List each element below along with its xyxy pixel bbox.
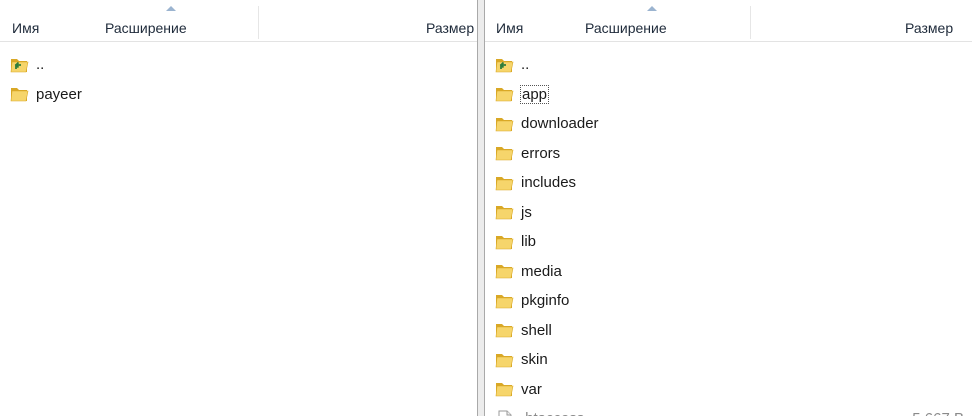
column-extension-header[interactable]: Расширение <box>105 20 187 36</box>
folder-icon <box>495 115 515 133</box>
column-extension-header[interactable]: Расширение <box>585 20 667 36</box>
parent-dir-row[interactable]: .. <box>0 50 477 80</box>
folder-icon <box>495 380 515 398</box>
folder-icon <box>495 233 515 251</box>
item-name: shell <box>521 321 552 339</box>
file-row[interactable]: .htaccess 5 667 B <box>485 404 972 416</box>
column-separator[interactable] <box>750 6 751 39</box>
item-name: media <box>521 262 562 280</box>
left-column-header: Имя Расширение Размер <box>0 0 477 42</box>
parent-folder-icon <box>495 56 515 74</box>
column-name-header[interactable]: Имя <box>12 20 39 36</box>
folder-row[interactable]: var <box>485 375 972 405</box>
item-size: 5 667 B <box>912 410 964 416</box>
item-name: var <box>521 380 542 398</box>
folder-row[interactable]: js <box>485 198 972 228</box>
left-file-list[interactable]: .. payeer <box>0 50 477 109</box>
item-name: app <box>519 84 550 104</box>
folder-row[interactable]: skin <box>485 345 972 375</box>
sort-asc-icon <box>166 6 176 11</box>
item-name: payeer <box>36 85 82 103</box>
folder-row[interactable]: includes <box>485 168 972 198</box>
column-size-header[interactable]: Размер <box>905 20 953 36</box>
file-icon <box>495 410 515 416</box>
right-column-header: Имя Расширение Размер <box>485 0 972 42</box>
folder-icon <box>495 203 515 221</box>
folder-icon <box>495 321 515 339</box>
folder-row[interactable]: downloader <box>485 109 972 139</box>
column-name-header[interactable]: Имя <box>496 20 523 36</box>
folder-row[interactable]: media <box>485 257 972 287</box>
folder-row[interactable]: app <box>485 80 972 110</box>
folder-icon <box>495 174 515 192</box>
folder-row[interactable]: shell <box>485 316 972 346</box>
parent-folder-icon <box>10 56 30 74</box>
parent-dir-row[interactable]: .. <box>485 50 972 80</box>
item-name: skin <box>521 351 548 369</box>
item-name: lib <box>521 233 537 251</box>
folder-icon <box>495 292 515 310</box>
folder-row[interactable]: lib <box>485 227 972 257</box>
item-name: errors <box>521 144 561 162</box>
item-name: includes <box>521 174 577 192</box>
folder-icon <box>495 262 515 280</box>
left-file-panel[interactable]: Имя Расширение Размер .. payeer <box>0 0 478 416</box>
folder-icon <box>495 85 515 103</box>
item-name: js <box>521 203 532 221</box>
item-name: .htaccess <box>521 410 584 416</box>
right-file-list[interactable]: .. app downloader errors includes js lib media p… <box>485 50 972 416</box>
item-name: pkginfo <box>521 292 570 310</box>
column-separator[interactable] <box>258 6 259 39</box>
folder-row[interactable]: payeer <box>0 80 477 110</box>
column-size-header[interactable]: Размер <box>426 20 474 36</box>
folder-row[interactable]: errors <box>485 139 972 169</box>
panel-splitter[interactable] <box>478 0 485 416</box>
right-file-panel[interactable]: Имя Расширение Размер .. app downloader err… <box>485 0 972 416</box>
folder-row[interactable]: pkginfo <box>485 286 972 316</box>
sort-asc-icon <box>647 6 657 11</box>
folder-icon <box>495 144 515 162</box>
folder-icon <box>10 85 30 103</box>
item-name: .. <box>36 56 45 74</box>
item-name: downloader <box>521 115 599 133</box>
folder-icon <box>495 351 515 369</box>
item-name: .. <box>521 56 530 74</box>
